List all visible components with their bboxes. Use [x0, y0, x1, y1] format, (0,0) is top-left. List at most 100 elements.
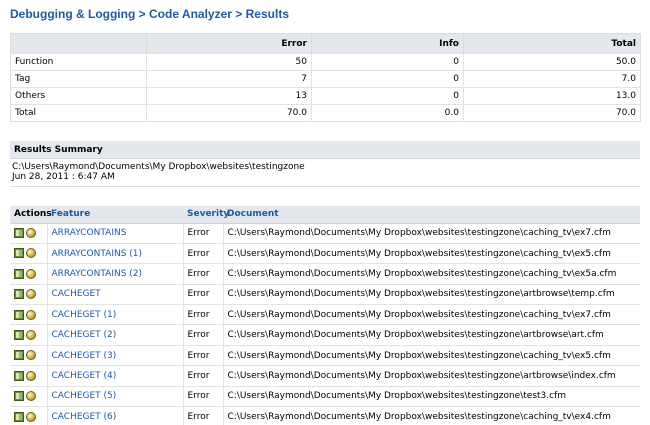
column-header-severity[interactable]: Severity [183, 206, 229, 224]
view-code-icon[interactable] [14, 248, 24, 259]
stats-row: Others 13 0 13.0 [10, 87, 641, 105]
info-icon[interactable] [26, 391, 36, 402]
breadcrumb-item-results: Results [245, 7, 289, 21]
info-icon[interactable] [26, 329, 36, 340]
view-code-icon[interactable] [14, 391, 24, 402]
stats-row: Tag 7 0 7.0 [10, 70, 641, 88]
table-row: CACHEGET (3) Error C:\Users\Raymond\Docume… [10, 344, 640, 366]
stats-header-error: Error [146, 33, 312, 54]
view-code-icon[interactable] [14, 411, 24, 422]
stats-error-cell: 13 [146, 87, 312, 105]
info-icon[interactable] [26, 268, 36, 279]
view-code-icon[interactable] [14, 268, 24, 279]
stats-info-cell: 0 [311, 53, 464, 71]
stats-info-cell: 0 [311, 87, 464, 105]
feature-link[interactable]: CACHEGET (6) [46, 406, 183, 425]
column-header-actions: Actions [10, 206, 52, 224]
feature-link[interactable]: ARRAYCONTAINS (1) [46, 242, 183, 264]
table-row: ARRAYCONTAINS Error C:\Users\Raymond\Docum… [10, 222, 640, 244]
view-code-icon[interactable] [14, 289, 24, 300]
table-row: CACHEGET (1) Error C:\Users\Raymond\Docume… [10, 304, 640, 325]
breadcrumb-item-code-analyzer[interactable]: Code Analyzer [149, 7, 232, 21]
severity-cell: Error [182, 324, 223, 346]
info-icon[interactable] [26, 248, 36, 259]
info-icon[interactable] [26, 370, 36, 381]
stats-total-cell: 7.0 [463, 70, 641, 88]
table-row: CACHEGET (2) Error C:\Users\Raymond\Docume… [10, 324, 640, 346]
summary-path: C:\Users\Raymond\Documents\My Dropbox\we… [12, 162, 305, 172]
feature-link[interactable]: CACHEGET (5) [46, 385, 183, 407]
row-actions [10, 242, 47, 264]
breadcrumb-item-debugging[interactable]: Debugging & Logging [10, 7, 135, 21]
table-row: CACHEGET (5) Error C:\Users\Raymond\Docume… [10, 385, 640, 407]
table-row: ARRAYCONTAINS (2) Error C:\Users\Raymond\D… [10, 263, 640, 285]
row-actions [10, 263, 47, 285]
stats-row: Function 50 0 50.0 [10, 53, 641, 71]
stats-total-cell: 50.0 [463, 53, 641, 71]
table-row: CACHEGET Error C:\Users\Raymond\Documents\… [10, 283, 640, 305]
row-actions [10, 324, 47, 346]
document-path-cell: C:\Users\Raymond\Documents\My Dropbox\we… [222, 242, 640, 264]
severity-cell: Error [182, 304, 223, 325]
divider [10, 186, 640, 187]
view-code-icon[interactable] [14, 227, 24, 238]
view-code-icon[interactable] [14, 350, 24, 361]
severity-cell: Error [182, 222, 223, 244]
document-path-cell: C:\Users\Raymond\Documents\My Dropbox\we… [222, 385, 640, 407]
stats-header-total: Total [463, 33, 641, 54]
row-actions [10, 283, 47, 305]
view-code-icon[interactable] [14, 309, 24, 320]
severity-cell: Error [182, 283, 223, 305]
info-icon[interactable] [26, 227, 36, 238]
info-icon[interactable] [26, 309, 36, 320]
stats-total-cell: 70.0 [463, 104, 641, 122]
stats-table: Error Info Total Function 50 0 50.0 Tag 7 0 7.0… [10, 33, 641, 122]
column-header-document[interactable]: Document [223, 206, 640, 224]
feature-link[interactable]: CACHEGET (3) [46, 344, 183, 366]
info-icon[interactable] [26, 289, 36, 300]
info-icon[interactable] [26, 350, 36, 361]
stats-error-cell: 50 [146, 53, 312, 71]
feature-link[interactable]: ARRAYCONTAINS (2) [46, 263, 183, 285]
table-row: CACHEGET (6) Error C:\Users\Raymond\Docume… [10, 406, 640, 425]
stats-row-label: Total [10, 104, 147, 122]
document-path-cell: C:\Users\Raymond\Documents\My Dropbox\we… [222, 365, 640, 387]
document-path-cell: C:\Users\Raymond\Documents\My Dropbox\we… [222, 304, 640, 325]
summary-date: Jun 28, 2011 : 6:47 AM [12, 172, 115, 182]
row-actions [10, 385, 47, 407]
stats-total-cell: 13.0 [463, 87, 641, 105]
breadcrumb: Debugging & Logging > Code Analyzer > Re… [10, 7, 289, 21]
severity-cell: Error [182, 242, 223, 264]
results-table: Actions Feature Severity Document ARRAYC… [10, 206, 640, 425]
severity-cell: Error [182, 406, 223, 425]
column-header-feature[interactable]: Feature [47, 206, 183, 224]
feature-link[interactable]: CACHEGET (1) [46, 304, 183, 325]
stats-info-cell: 0.0 [311, 104, 464, 122]
row-actions [10, 304, 47, 325]
stats-header-info: Info [311, 33, 464, 54]
breadcrumb-separator: > [235, 7, 243, 21]
table-row: CACHEGET (4) Error C:\Users\Raymond\Docume… [10, 365, 640, 387]
stats-row: Total 70.0 0.0 70.0 [10, 104, 641, 122]
stats-row-label: Function [10, 53, 147, 71]
stats-error-cell: 7 [146, 70, 312, 88]
breadcrumb-separator: > [138, 7, 146, 21]
feature-link[interactable]: CACHEGET [46, 283, 183, 305]
severity-cell: Error [182, 263, 223, 285]
feature-link[interactable]: ARRAYCONTAINS [46, 222, 183, 244]
feature-link[interactable]: CACHEGET (4) [46, 365, 183, 387]
stats-error-cell: 70.0 [146, 104, 312, 122]
view-code-icon[interactable] [14, 370, 24, 381]
row-actions [10, 365, 47, 387]
feature-link[interactable]: CACHEGET (2) [46, 324, 183, 346]
row-actions [10, 222, 47, 244]
stats-row-label: Others [10, 87, 147, 105]
document-path-cell: C:\Users\Raymond\Documents\My Dropbox\we… [222, 283, 640, 305]
info-icon[interactable] [26, 411, 36, 422]
results-summary: C:\Users\Raymond\Documents\My Dropbox\we… [12, 162, 305, 182]
view-code-icon[interactable] [14, 329, 24, 340]
row-actions [10, 344, 47, 366]
severity-cell: Error [182, 365, 223, 387]
row-actions [10, 406, 47, 425]
stats-row-label: Tag [10, 70, 147, 88]
